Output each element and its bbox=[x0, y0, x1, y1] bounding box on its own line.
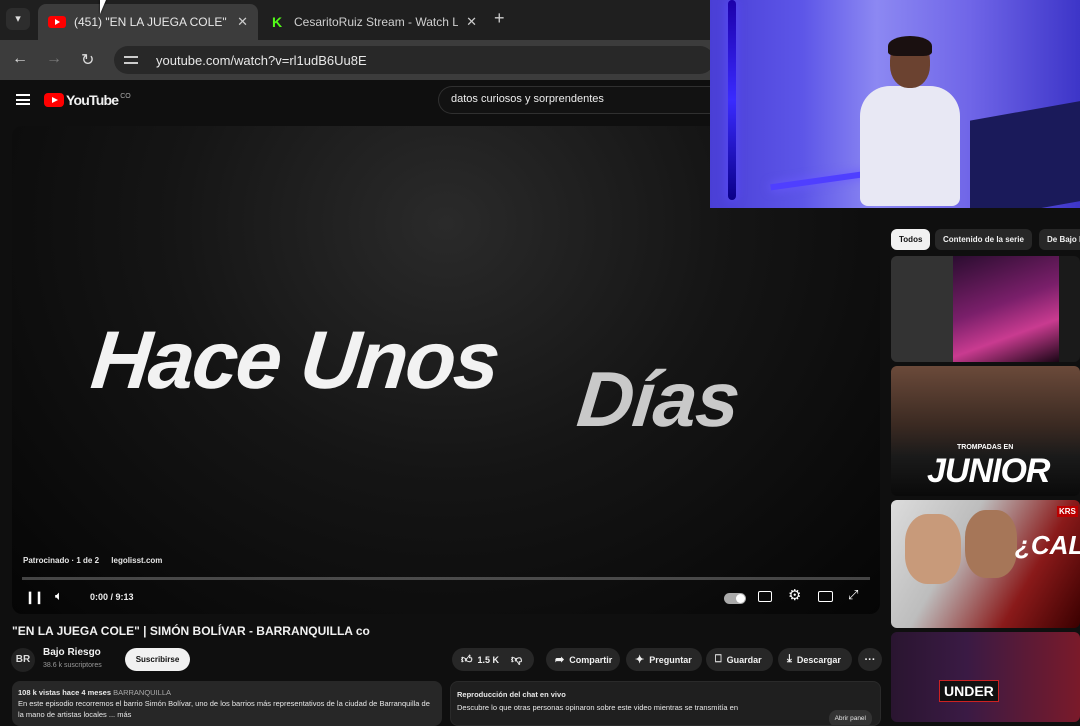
tab-kick[interactable]: K CesaritoRuiz Stream - Watch Li ✕ bbox=[262, 4, 487, 40]
thumbnail-tag: KRS bbox=[1057, 506, 1078, 517]
autoplay-toggle[interactable] bbox=[724, 593, 746, 604]
settings-gear-icon[interactable]: ⚙ bbox=[788, 586, 801, 604]
menu-icon[interactable] bbox=[16, 94, 30, 105]
tab-search-button[interactable]: ▾ bbox=[6, 8, 30, 30]
pause-icon[interactable]: ❙❙ bbox=[25, 590, 44, 604]
time-display: 0:00 / 9:13 bbox=[90, 592, 134, 602]
tab-close-icon[interactable]: ✕ bbox=[466, 14, 477, 30]
view-count-date: 108 k vistas hace 4 meses bbox=[18, 688, 111, 697]
chat-replay-title: Reproducción del chat en vivo bbox=[457, 690, 566, 699]
location-tag[interactable]: BARRANQUILLA bbox=[113, 688, 171, 697]
share-button[interactable]: ➦ Compartir bbox=[546, 648, 620, 671]
person-hair-image bbox=[888, 36, 932, 56]
more-actions-button[interactable]: ··· bbox=[858, 648, 882, 671]
mouse-cursor-icon bbox=[100, 0, 112, 14]
video-overlay-text: Hace Unos bbox=[87, 315, 503, 406]
thumbnail-background bbox=[891, 256, 953, 362]
youtube-play-icon bbox=[44, 93, 64, 107]
reload-icon[interactable]: ↻ bbox=[81, 50, 94, 70]
open-chat-button[interactable]: Abrir panel bbox=[828, 710, 872, 725]
ask-label: Preguntar bbox=[649, 654, 692, 665]
youtube-favicon-icon bbox=[48, 16, 66, 28]
download-label: Descargar bbox=[796, 654, 841, 665]
video-overlay-text-2: Días bbox=[573, 355, 744, 443]
back-arrow-icon[interactable]: ← bbox=[12, 50, 28, 68]
description-text: En este episodio recorremos el barrio Si… bbox=[18, 699, 430, 719]
volume-icon[interactable]: 🔈︎ bbox=[55, 588, 63, 604]
save-label: Guardar bbox=[726, 654, 762, 665]
related-filter-chips: Todos Contenido de la serie De Bajo R bbox=[891, 229, 1080, 251]
trompadas-junior-thumbnail[interactable]: TROMPADAS EN JUNIOR bbox=[891, 366, 1080, 496]
thumbs-up-icon: 👍︎ bbox=[461, 654, 473, 666]
fullscreen-icon[interactable]: ⤢ bbox=[848, 587, 858, 603]
sparkle-icon: ✦ bbox=[635, 654, 645, 666]
thumbnail-subtitle: TROMPADAS EN bbox=[957, 444, 1014, 451]
channel-name[interactable]: Bajo Riesgo bbox=[43, 647, 101, 658]
site-info-icon[interactable] bbox=[124, 53, 142, 67]
subscribe-button[interactable]: Suscribirse bbox=[125, 648, 190, 671]
like-count: 1.5 K bbox=[477, 654, 500, 665]
miniplayer-icon[interactable] bbox=[818, 591, 833, 602]
ask-button[interactable]: ✦ Preguntar bbox=[626, 648, 702, 671]
tab-youtube[interactable]: (451) "EN LA JUEGA COLE" | SIM ✕ bbox=[38, 4, 258, 40]
subscriber-count: 38.6 k suscriptores bbox=[43, 662, 102, 669]
sponsored-label[interactable]: Patrocinado · 1 de 2 legolisst.com bbox=[23, 556, 162, 565]
led-strip-image bbox=[728, 0, 736, 200]
chat-replay-text: Descubre lo que otras personas opinaron … bbox=[457, 703, 738, 712]
kick-favicon-icon: K bbox=[272, 14, 283, 30]
youtube-logo[interactable]: YouTube CO bbox=[44, 92, 131, 108]
logo-text: YouTube bbox=[66, 92, 119, 108]
person-body-image bbox=[860, 86, 960, 206]
search-input[interactable]: datos curiosos y sorprendentes bbox=[438, 86, 710, 114]
subtitles-icon[interactable] bbox=[758, 591, 772, 602]
address-bar[interactable]: youtube.com/watch?v=rl1udB6Uu8E bbox=[114, 46, 714, 74]
new-tab-icon[interactable]: + bbox=[494, 8, 505, 29]
save-button[interactable]: ⎕ Guardar bbox=[706, 648, 773, 671]
calzado-thumbnail[interactable]: KRS ¿CALZA bbox=[891, 500, 1080, 628]
promo-poster-image bbox=[953, 256, 1059, 362]
tab-title: CesaritoRuiz Stream - Watch Li bbox=[294, 15, 459, 29]
logo-country: CO bbox=[120, 92, 131, 100]
thumbs-down-icon[interactable]: 👎︎ bbox=[511, 653, 522, 666]
under-thumbnail[interactable]: UNDER bbox=[891, 632, 1080, 722]
description-box[interactable]: 108 k vistas hace 4 meses BARRANQUILLA E… bbox=[12, 681, 442, 726]
like-button[interactable]: 👍︎ 1.5 K 👎︎ bbox=[452, 648, 534, 671]
share-label: Compartir bbox=[569, 654, 613, 665]
thumbnail-title: ¿CALZA bbox=[1015, 530, 1080, 560]
progress-bar[interactable] bbox=[22, 577, 870, 580]
bookmark-icon: ⎕ bbox=[715, 653, 722, 665]
thumbnail-person-image bbox=[905, 514, 961, 584]
chip-all[interactable]: Todos bbox=[891, 229, 931, 250]
forward-arrow-icon[interactable]: → bbox=[46, 50, 62, 68]
tab-title: (451) "EN LA JUEGA COLE" | SIM bbox=[74, 15, 229, 29]
share-icon: ➦ bbox=[555, 654, 565, 666]
download-icon: ⤓ bbox=[787, 653, 792, 665]
sponsor-count: Patrocinado · 1 de 2 bbox=[23, 556, 100, 565]
chat-replay-box: Reproducción del chat en vivo Descubre l… bbox=[450, 681, 881, 726]
chip-series[interactable]: Contenido de la serie bbox=[935, 229, 1032, 250]
tab-close-icon[interactable]: ✕ bbox=[237, 14, 248, 30]
thumbnail-person-image bbox=[965, 510, 1017, 578]
desk-image bbox=[970, 99, 1080, 208]
channel-avatar[interactable]: BR bbox=[11, 648, 35, 672]
promo-thumbnail[interactable] bbox=[891, 256, 1080, 362]
url-text: youtube.com/watch?v=rl1udB6Uu8E bbox=[156, 52, 367, 68]
thumbnail-title: UNDER bbox=[939, 680, 999, 702]
thumbnail-title: JUNIOR bbox=[927, 452, 1050, 490]
sponsor-domain[interactable]: legolisst.com bbox=[111, 556, 162, 565]
video-title: "EN LA JUEGA COLE" | SIMÓN BOLÍVAR - BAR… bbox=[12, 624, 370, 638]
chip-channel[interactable]: De Bajo R bbox=[1039, 229, 1080, 250]
streamer-webcam-overlay bbox=[710, 0, 1080, 208]
download-button[interactable]: ⤓ Descargar bbox=[778, 648, 852, 671]
